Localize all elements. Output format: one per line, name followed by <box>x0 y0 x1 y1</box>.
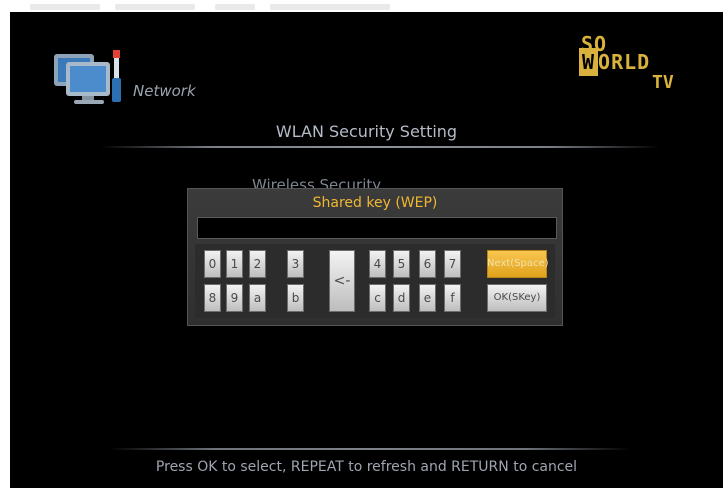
keypad: 0 1 2 3 <- 4 5 6 7 Next(Space) 8 9 a b c… <box>195 244 555 318</box>
key-b[interactable]: b <box>287 284 304 312</box>
backspace-key[interactable]: <- <box>329 250 355 312</box>
strip-mark <box>30 4 100 10</box>
shared-key-dialog: Shared key (WEP) 0 1 2 3 <- 4 5 6 7 Next… <box>187 188 563 326</box>
key-0[interactable]: 0 <box>204 250 221 278</box>
key-2[interactable]: 2 <box>249 250 266 278</box>
dialog-title: Shared key (WEP) <box>312 195 438 211</box>
key-e[interactable]: e <box>419 284 436 312</box>
divider <box>100 146 660 148</box>
key-f[interactable]: f <box>444 284 461 312</box>
key-8[interactable]: 8 <box>204 284 221 312</box>
footer-hint: Press OK to select, REPEAT to refresh an… <box>155 459 578 475</box>
logo-line: W ORLD <box>579 48 650 76</box>
network-label: Network <box>133 82 196 100</box>
key-9[interactable]: 9 <box>226 284 243 312</box>
key-7[interactable]: 7 <box>444 250 461 278</box>
soworld-tv-logo: SO W ORLD TV <box>575 34 695 96</box>
logo-line: TV <box>652 72 674 93</box>
ok-skey-button[interactable]: OK(SKey) <box>487 284 547 312</box>
key-d[interactable]: d <box>393 284 410 312</box>
page-title: WLAN Security Setting <box>275 122 458 141</box>
key-6[interactable]: 6 <box>419 250 436 278</box>
key-a[interactable]: a <box>249 284 266 312</box>
key-c[interactable]: c <box>369 284 386 312</box>
key-1[interactable]: 1 <box>226 250 243 278</box>
key-input-field[interactable] <box>197 217 557 239</box>
network-icon <box>52 50 128 110</box>
key-5[interactable]: 5 <box>393 250 410 278</box>
key-4[interactable]: 4 <box>369 250 386 278</box>
next-space-key[interactable]: Next(Space) <box>487 250 549 278</box>
key-3[interactable]: 3 <box>287 250 304 278</box>
strip-mark <box>270 4 390 10</box>
footer-divider <box>110 448 630 450</box>
tv-screen: Network SO W ORLD TV WLAN Security Settin… <box>10 12 723 488</box>
strip-mark <box>115 4 195 10</box>
strip-mark <box>215 4 255 10</box>
